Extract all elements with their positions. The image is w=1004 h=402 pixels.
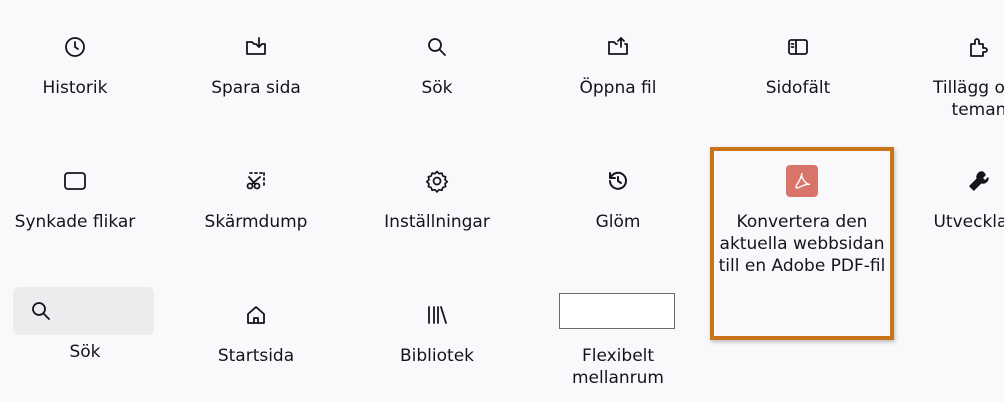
- toolbar-item-label: Spara sida: [211, 78, 301, 98]
- toolbar-item-label: Sök: [69, 342, 101, 362]
- toolbar-item-screenshot[interactable]: Skärmdump: [181, 169, 331, 233]
- toolbar-item-label: Sök: [421, 78, 453, 98]
- toolbar-item-label: Bibliotek: [400, 346, 474, 366]
- toolbar-item-open-file[interactable]: Öppna fil: [543, 35, 693, 99]
- toolbar-item-settings[interactable]: Inställningar: [362, 169, 512, 233]
- toolbar-item-label: Historik: [42, 78, 108, 98]
- gear-icon: [425, 169, 449, 193]
- home-icon: [244, 303, 268, 327]
- toolbar-item-forget[interactable]: Glöm: [543, 169, 693, 233]
- toolbar-item-history[interactable]: Historik: [0, 35, 150, 99]
- toolbar-item-label: Sidofält: [765, 78, 831, 98]
- toolbar-item-label: Flexibelt mellanrum: [572, 346, 664, 388]
- toolbar-item-label: Utvecklare: [933, 212, 1004, 232]
- search-icon: [425, 35, 449, 59]
- toolbar-item-search[interactable]: Sök: [362, 35, 512, 99]
- toolbar-item-library[interactable]: Bibliotek: [362, 303, 512, 367]
- toolbar-item-flexible-space: Flexibelt mellanrum: [543, 345, 693, 389]
- search-icon: [29, 299, 53, 323]
- toolbar-item-label: Tillägg och teman: [933, 78, 1004, 120]
- toolbar-item-search-box: Sök: [10, 341, 160, 363]
- toolbar-item-developer[interactable]: Utvecklare: [904, 169, 1004, 233]
- toolbar-item-label: Inställningar: [384, 212, 490, 232]
- search-widget[interactable]: [13, 287, 154, 335]
- toolbar-item-label: Öppna fil: [579, 78, 657, 98]
- puzzle-icon: [967, 35, 991, 59]
- toolbar-item-synced-tabs[interactable]: Synkade flikar: [0, 169, 150, 233]
- wrench-icon: [967, 169, 991, 193]
- sidebar-icon: [786, 35, 810, 59]
- toolbar-item-save-page[interactable]: Spara sida: [181, 35, 331, 99]
- forget-icon: [606, 169, 630, 193]
- clock-icon: [63, 35, 87, 59]
- toolbar-item-addons[interactable]: Tillägg och teman: [904, 35, 1004, 121]
- screenshot-icon: [244, 169, 268, 193]
- tab-icon: [63, 169, 87, 193]
- open-file-icon: [606, 35, 630, 59]
- toolbar-item-convert-to-pdf[interactable]: Konvertera den aktuella webbsidan till e…: [718, 165, 886, 277]
- toolbar-item-label: Konvertera den aktuella webbsidan till e…: [718, 212, 886, 276]
- toolbar-item-sidebar[interactable]: Sidofält: [723, 35, 873, 99]
- toolbar-item-label: Synkade flikar: [14, 212, 136, 232]
- toolbar-item-label: Skärmdump: [204, 212, 308, 232]
- toolbar-item-label: Glöm: [595, 212, 641, 232]
- flexible-space-box[interactable]: [559, 293, 675, 329]
- toolbar-item-home[interactable]: Startsida: [181, 303, 331, 367]
- library-icon: [425, 303, 449, 327]
- save-page-icon: [244, 35, 268, 59]
- toolbar-item-label: Startsida: [217, 346, 295, 366]
- adobe-pdf-icon: [786, 165, 818, 197]
